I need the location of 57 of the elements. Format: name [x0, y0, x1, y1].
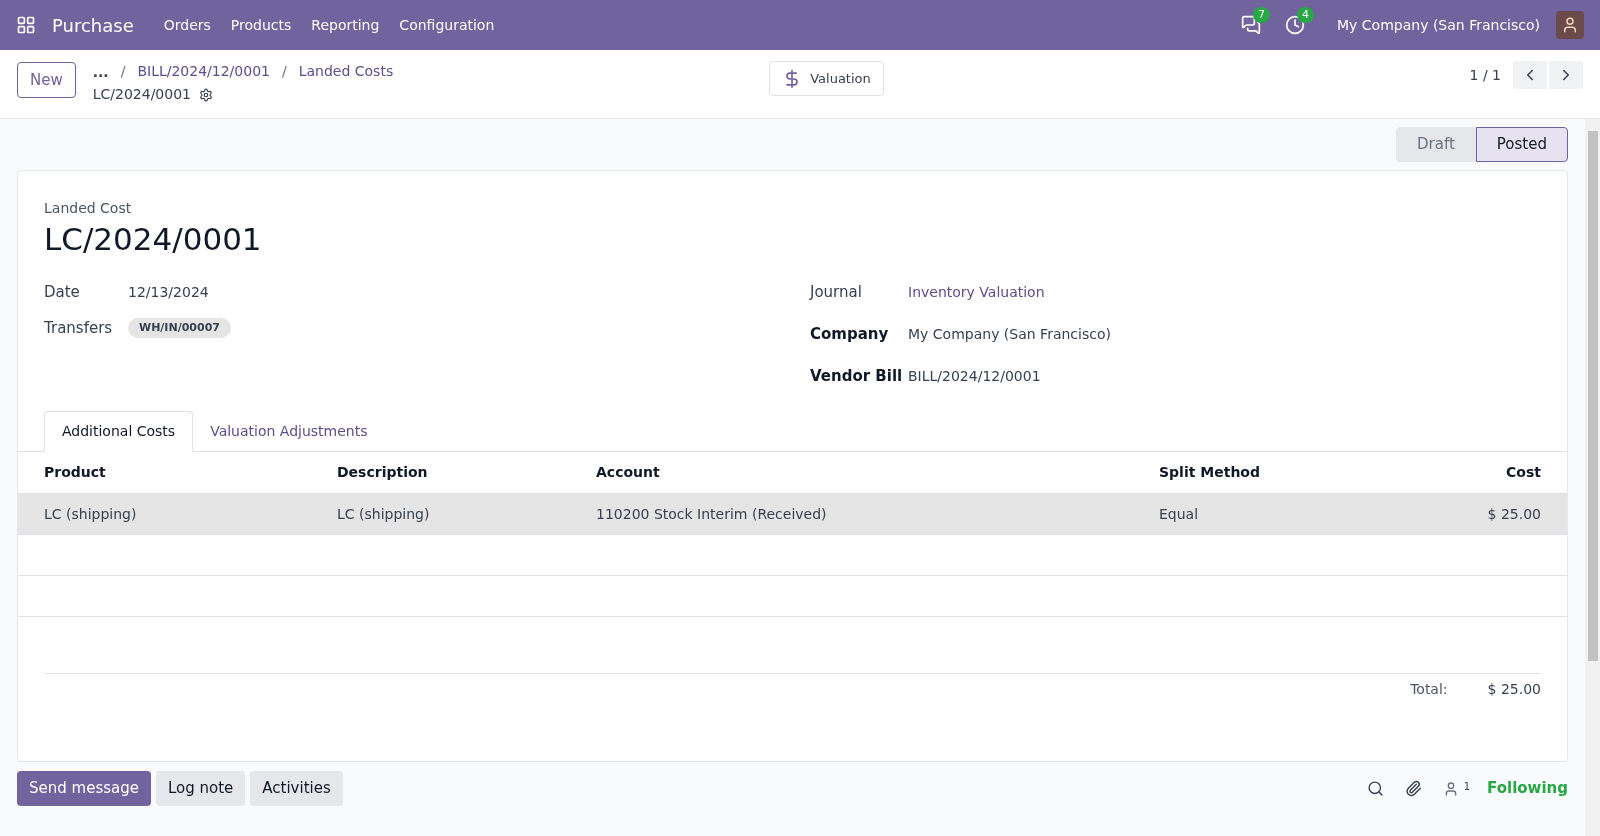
- chatter-button[interactable]: Send message: [17, 771, 151, 806]
- user-avatar[interactable]: [1556, 11, 1584, 39]
- breadcrumb-separator: /: [281, 62, 287, 81]
- form-tab[interactable]: Valuation Adjustments: [193, 411, 385, 452]
- total-label: Total:: [1410, 680, 1448, 699]
- table-cell-text: LC (shipping): [44, 504, 138, 524]
- breadcrumb-link[interactable]: BILL/2024/12/0001: [137, 61, 270, 82]
- chatter-button[interactable]: Activities: [250, 771, 343, 806]
- chatter-button[interactable]: Log note: [155, 771, 246, 806]
- column-header: Account: [596, 463, 661, 482]
- previous-button[interactable]: [1513, 61, 1547, 89]
- pager-value: 1 / 1: [1469, 66, 1501, 85]
- record-name: LC/2024/0001: [92, 85, 191, 104]
- next-button[interactable]: [1549, 61, 1583, 89]
- breadcrumb-separator: /: [120, 62, 126, 81]
- apps-menu-icon[interactable]: [16, 15, 36, 35]
- form-tab[interactable]: Additional Costs: [44, 411, 194, 452]
- total-value: $ 25.00: [1487, 680, 1541, 699]
- followers-count: 1: [1463, 780, 1471, 794]
- table-cell-text: 110200 Stock Interim (Received): [596, 504, 828, 524]
- company-switcher[interactable]: My Company (San Francisco): [1337, 14, 1540, 36]
- table-cell-text: Equal: [1159, 504, 1200, 524]
- field-value: My Company (San Francisco): [908, 324, 1111, 344]
- transfer-tag[interactable]: WH/IN/00007: [128, 318, 231, 338]
- menu-item[interactable]: Products: [220, 14, 302, 36]
- messages-count-badge: 7: [1253, 7, 1271, 23]
- menu-item[interactable]: Reporting: [301, 14, 390, 36]
- app-name[interactable]: Purchase: [52, 11, 134, 39]
- paperclip-icon[interactable]: [1404, 780, 1422, 797]
- status-stage[interactable]: Posted: [1475, 127, 1568, 162]
- column-header: Cost: [1505, 463, 1541, 482]
- field-value: BILL/2024/12/0001: [908, 366, 1041, 386]
- field-value: 12/13/2024: [128, 282, 209, 302]
- field-label: Date: [44, 281, 81, 303]
- breadcrumb-link[interactable]: Landed Costs: [298, 61, 394, 82]
- menu-item[interactable]: Configuration: [389, 14, 505, 36]
- title-label: Landed Cost: [44, 199, 133, 218]
- field-label: Vendor Bill: [810, 365, 904, 387]
- activities-count-badge: 4: [1297, 7, 1315, 23]
- column-header: Split Method: [1159, 463, 1261, 482]
- column-header: Product: [44, 463, 107, 482]
- table-cell-text: $ 25.00: [1486, 504, 1541, 524]
- valuation-button[interactable]: Valuation: [769, 61, 884, 96]
- field-label: Transfers: [44, 317, 114, 339]
- field-label: Journal: [810, 281, 863, 303]
- menu-item[interactable]: Orders: [153, 14, 221, 36]
- record-title: LC/2024/0001: [44, 220, 263, 259]
- search-icon[interactable]: [1366, 780, 1384, 797]
- settings-icon[interactable]: [199, 87, 213, 102]
- field-link[interactable]: Inventory Valuation: [908, 281, 1045, 303]
- new-button[interactable]: New: [17, 62, 76, 98]
- scrollbar[interactable]: [1585, 119, 1600, 836]
- status-stage[interactable]: Draft: [1396, 127, 1476, 162]
- column-header: Description: [337, 463, 429, 482]
- breadcrumb-more[interactable]: ...: [92, 64, 109, 79]
- table-cell-text: LC (shipping): [337, 504, 431, 524]
- field-label: Company: [810, 323, 890, 345]
